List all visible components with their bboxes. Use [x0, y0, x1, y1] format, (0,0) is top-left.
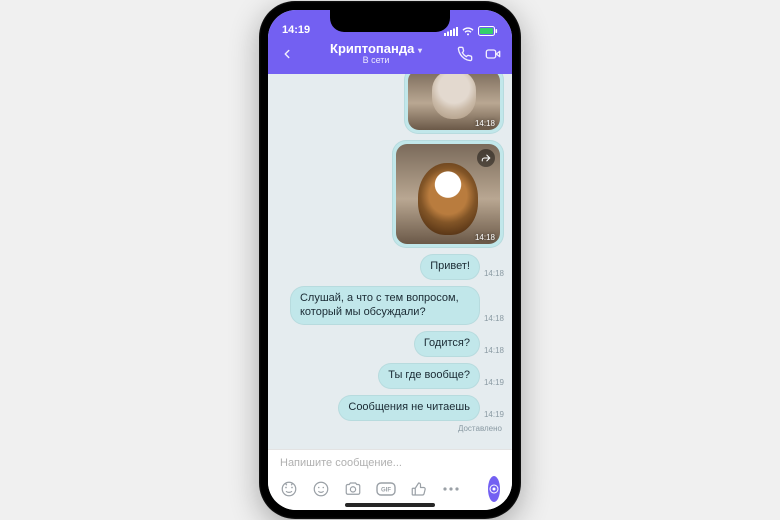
chat-title: Криптопанда — [330, 41, 414, 56]
more-icon[interactable] — [442, 479, 460, 499]
image-message[interactable]: 14:18 — [404, 74, 504, 134]
screen: 14:19 Криптопанда ▾ В сети — [268, 10, 512, 510]
svg-text:GIF: GIF — [381, 488, 391, 494]
gif-icon[interactable]: GIF — [376, 479, 396, 499]
message-time: 14:18 — [475, 119, 495, 128]
image-message[interactable]: 14:18 — [392, 140, 504, 248]
message-row: Ты где вообще? 14:19 — [276, 363, 504, 389]
message-row: Сообщения не читаешь 14:19 — [276, 395, 504, 421]
message-input[interactable]: Напишите сообщение... — [268, 450, 512, 474]
delivery-status: Доставлено — [276, 424, 504, 433]
message-row: Привет! 14:18 — [276, 254, 504, 280]
composer: Напишите сообщение... GIF — [268, 449, 512, 510]
chat-header: Криптопанда ▾ В сети — [268, 38, 512, 74]
message-list[interactable]: 14:18 14:18 Привет! 14:18 Слушай, а что … — [268, 74, 512, 449]
signal-icon — [444, 27, 458, 36]
message-time: 14:18 — [484, 314, 504, 325]
wifi-icon — [462, 27, 474, 36]
message-time: 14:19 — [484, 378, 504, 389]
chat-title-block[interactable]: Криптопанда ▾ В сети — [304, 42, 448, 66]
sticker-icon[interactable] — [312, 479, 330, 499]
message-bubble[interactable]: Годится? — [414, 331, 480, 357]
like-icon[interactable] — [410, 479, 428, 499]
message-row: Годится? 14:18 — [276, 331, 504, 357]
message-bubble[interactable]: Сообщения не читаешь — [338, 395, 480, 421]
battery-icon — [478, 26, 498, 36]
camera-icon[interactable] — [344, 479, 362, 499]
status-time: 14:19 — [282, 24, 310, 36]
call-button[interactable] — [454, 43, 476, 65]
video-call-button[interactable] — [482, 43, 504, 65]
message-time: 14:19 — [484, 410, 504, 421]
message-bubble[interactable]: Слушай, а что с тем вопросом, который мы… — [290, 286, 480, 326]
emoji-icon[interactable] — [280, 479, 298, 499]
chat-subtitle: В сети — [304, 56, 448, 66]
message-bubble[interactable]: Ты где вообще? — [378, 363, 480, 389]
voice-message-button[interactable] — [488, 476, 500, 502]
notch — [330, 10, 450, 32]
message-bubble[interactable]: Привет! — [420, 254, 480, 280]
message-time: 14:18 — [484, 346, 504, 357]
home-indicator[interactable] — [345, 503, 435, 507]
message-time: 14:18 — [475, 233, 495, 242]
phone-frame: 14:19 Криптопанда ▾ В сети — [259, 1, 521, 519]
message-row: Слушай, а что с тем вопросом, который мы… — [276, 286, 504, 326]
message-time: 14:18 — [484, 269, 504, 280]
back-button[interactable] — [276, 43, 298, 65]
